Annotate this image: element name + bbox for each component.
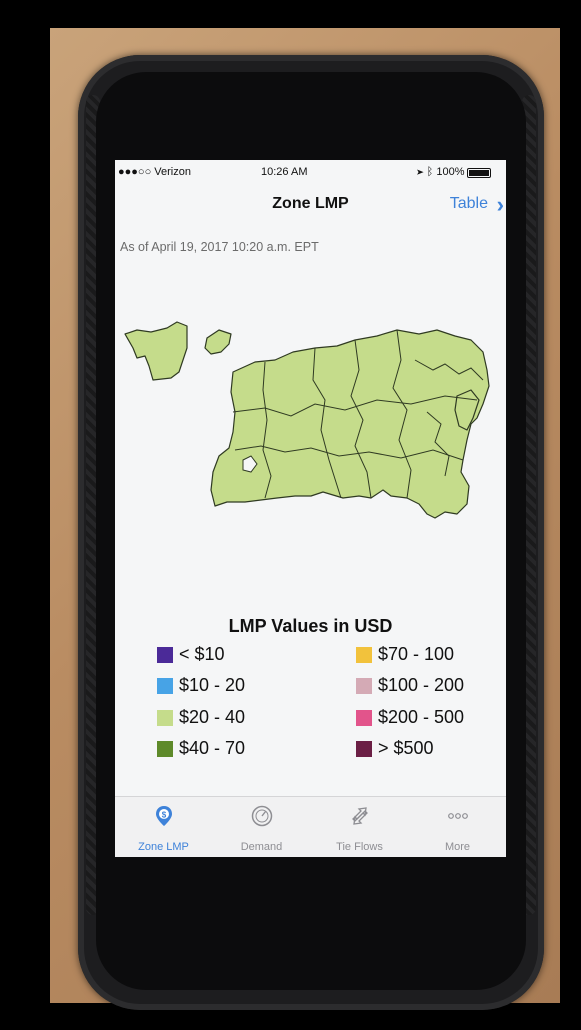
navigation-bar: Zone LMP Table › — [115, 182, 506, 222]
legend-swatch — [157, 646, 173, 663]
legend-label: $40 - 70 — [179, 738, 246, 758]
chevron-right-icon[interactable]: › — [497, 192, 504, 218]
tab-label: Demand — [240, 841, 283, 853]
map-region-main[interactable] — [210, 329, 490, 519]
tab-zone-lmp[interactable]: $ Zone LMP — [115, 797, 212, 857]
legend-swatch — [157, 677, 173, 694]
tab-demand[interactable]: Demand — [213, 797, 310, 857]
status-bar: ●●●○○ Verizon 10:26 AM ➤ ᛒ 100% — [115, 160, 506, 182]
carrier-label: ●●●○○ Verizon — [118, 166, 191, 178]
tab-label: Zone LMP — [138, 841, 189, 853]
legend-item-20-40: $20 - 40 — [157, 707, 245, 728]
exchange-arrows-icon — [351, 807, 368, 825]
map-region-small-island[interactable] — [204, 329, 232, 355]
legend-swatch — [356, 646, 372, 663]
tab-label: More — [444, 841, 471, 853]
legend-label: $20 - 40 — [179, 707, 246, 727]
as-of-timestamp: As of April 19, 2017 10:20 a.m. EPT — [120, 240, 319, 254]
bluetooth-icon: ᛒ — [426, 166, 434, 178]
legend-label: > $500 — [378, 738, 434, 758]
gauge-icon — [251, 805, 272, 827]
legend-item-lt-10: < $10 — [157, 644, 225, 665]
legend-item-100-200: $100 - 200 — [356, 675, 464, 696]
legend-swatch — [356, 709, 372, 726]
table-button[interactable]: Table — [450, 195, 488, 213]
clock-label: 10:26 AM — [261, 166, 308, 178]
legend-label: $10 - 20 — [179, 675, 246, 695]
legend-swatch — [356, 677, 372, 694]
more-dots-icon — [447, 813, 468, 819]
location-arrow-icon: ➤ — [417, 166, 424, 178]
app-screen: ●●●○○ Verizon 10:26 AM ➤ ᛒ 100% Zone LMP… — [115, 160, 506, 857]
legend-swatch — [157, 740, 173, 757]
legend-label: $100 - 200 — [378, 675, 465, 695]
map-region-eastern-shore[interactable] — [454, 389, 480, 431]
battery-percent: 100% — [436, 166, 465, 178]
tab-label: Tie Flows — [336, 841, 383, 853]
legend-label: < $10 — [179, 644, 225, 664]
legend-item-70-100: $70 - 100 — [356, 644, 454, 665]
legend-item-200-500: $200 - 500 — [356, 707, 464, 728]
tab-more[interactable]: More — [409, 797, 506, 857]
legend-item-gt-500: > $500 — [356, 738, 434, 759]
tab-tie-flows[interactable]: Tie Flows — [311, 797, 408, 857]
legend-item-10-20: $10 - 20 — [157, 675, 245, 696]
page-title: Zone LMP — [272, 195, 349, 212]
legend-item-40-70: $40 - 70 — [157, 738, 245, 759]
tab-bar: $ Zone LMP Demand Tie Flows More — [115, 796, 506, 857]
legend-swatch — [157, 709, 173, 726]
battery-label: ➤ ᛒ 100% — [417, 166, 464, 178]
dollar-pin-icon: $ — [155, 806, 172, 826]
svg-text:$: $ — [161, 811, 166, 820]
map-region-west-island[interactable] — [124, 321, 188, 381]
battery-icon — [467, 168, 491, 178]
legend-label: $200 - 500 — [378, 707, 465, 727]
legend-label: $70 - 100 — [378, 644, 455, 664]
legend-swatch — [356, 740, 372, 757]
legend-title: LMP Values in USD — [228, 616, 393, 636]
zone-map[interactable] — [115, 300, 506, 560]
